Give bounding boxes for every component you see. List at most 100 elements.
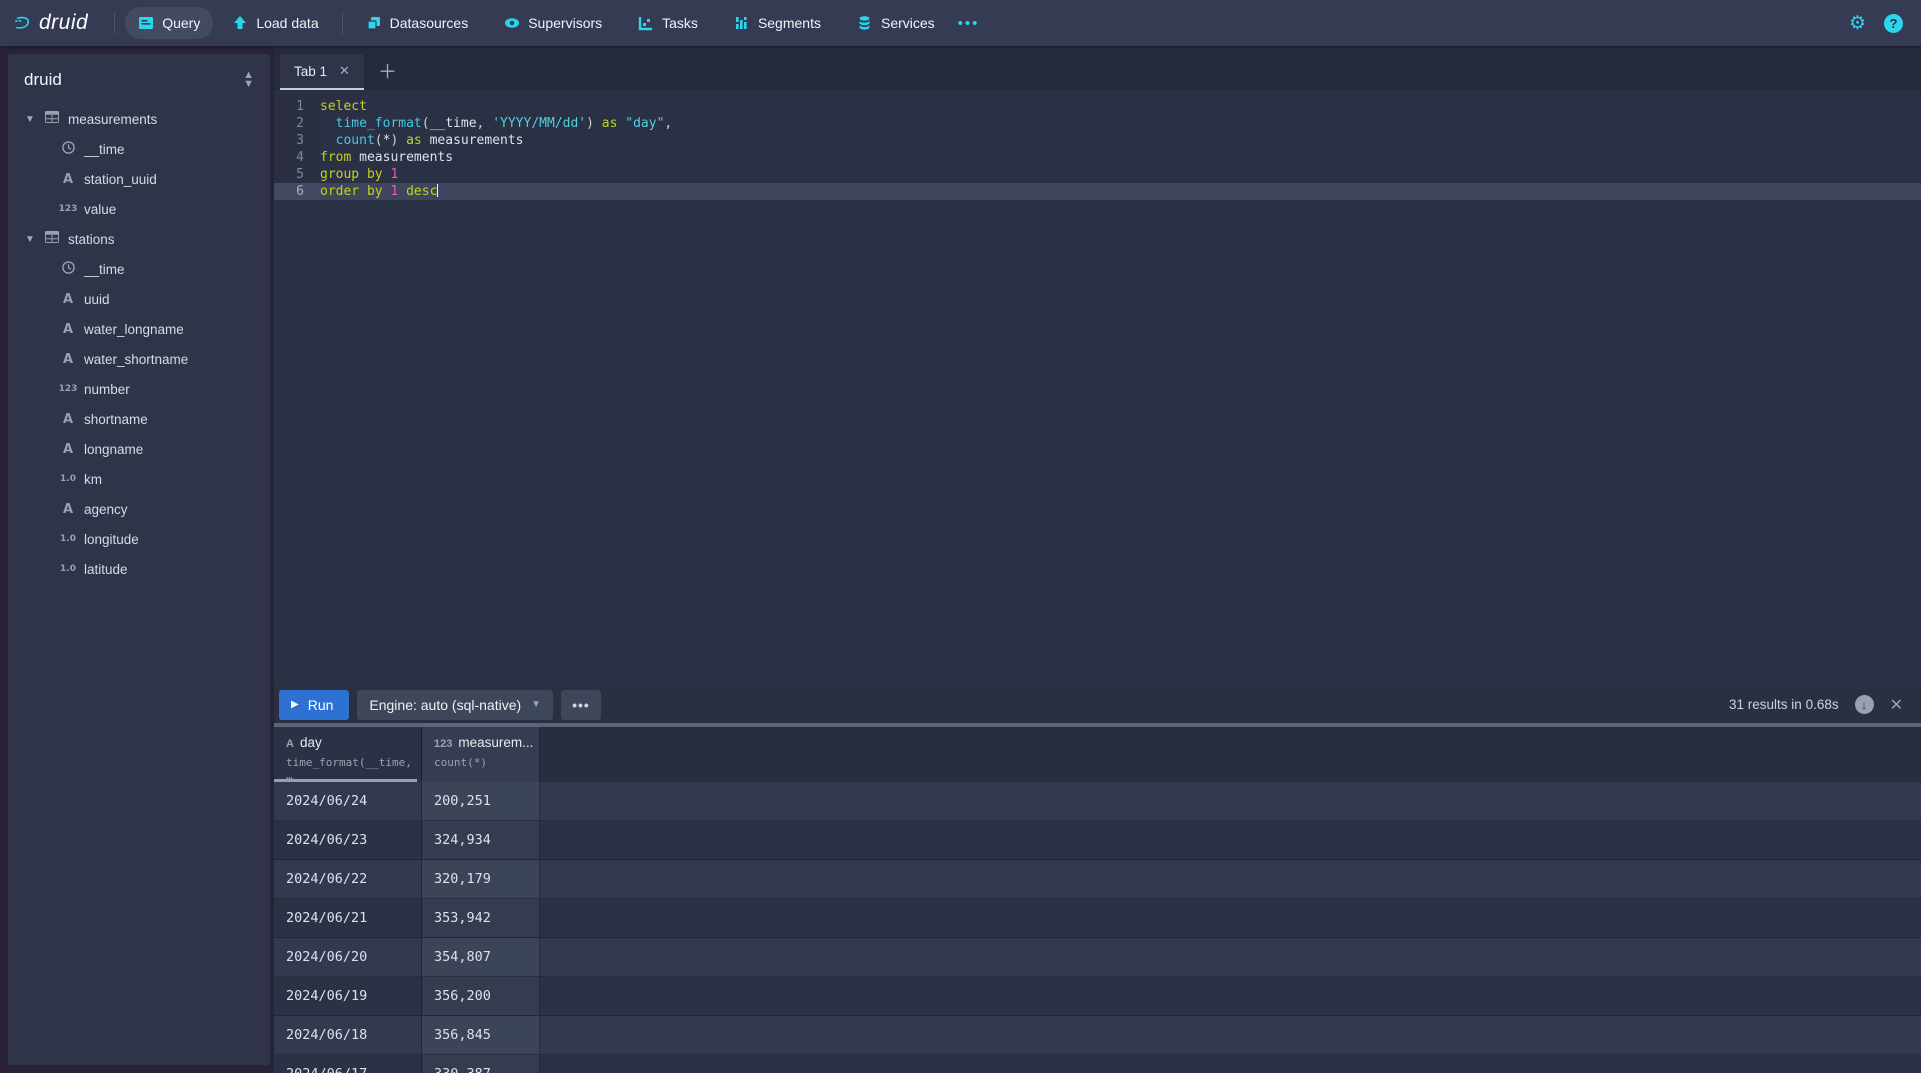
table-cell[interactable]: 356,200 — [422, 977, 540, 1015]
tree-column-label: longname — [84, 442, 143, 457]
nav-divider — [342, 12, 343, 34]
gear-icon[interactable]: ⚙ — [1849, 14, 1866, 33]
play-icon: ▶ — [291, 699, 299, 710]
run-button[interactable]: ▶ Run — [279, 690, 349, 720]
table-row: 2024/06/20354,807 — [274, 938, 1921, 977]
table-row: 2024/06/17330,387 — [274, 1055, 1921, 1073]
text-cursor — [437, 184, 438, 197]
number-type-icon: 123 — [56, 384, 80, 394]
code-text: select — [320, 98, 367, 115]
table-cell[interactable]: 2024/06/24 — [274, 782, 422, 820]
code-line-6: 6order by 1 desc — [274, 183, 1921, 200]
table-cell[interactable]: 2024/06/21 — [274, 899, 422, 937]
table-cell[interactable]: 2024/06/20 — [274, 938, 422, 976]
load-data-icon — [232, 15, 248, 31]
table-cell[interactable]: 2024/06/18 — [274, 1016, 422, 1054]
tree-column-label: water_longname — [84, 322, 184, 337]
engine-select[interactable]: Engine: auto (sql-native) ▼ — [357, 690, 553, 720]
tree-column-shortname[interactable]: Ashortname — [8, 404, 270, 434]
chevron-down-icon[interactable]: ▼ — [22, 114, 38, 125]
tasks-icon — [638, 15, 654, 31]
new-tab-icon[interactable]: ＋ — [364, 57, 411, 90]
tab-bar: Tab 1 ✕ ＋ — [274, 46, 1921, 90]
code-text: group by 1 — [320, 166, 398, 183]
tree-table-label: stations — [68, 232, 115, 247]
druid-logo[interactable]: druid — [0, 11, 104, 35]
tree-column-__time[interactable]: __time — [8, 254, 270, 284]
tree-column-longitude[interactable]: 1.0longitude — [8, 524, 270, 554]
line-number: 2 — [274, 115, 320, 132]
tree-column-number[interactable]: 123number — [8, 374, 270, 404]
results-body: 2024/06/24200,2512024/06/23324,9342024/0… — [274, 782, 1921, 1073]
sort-columns-icon[interactable]: ▲▼ — [243, 71, 254, 89]
sql-editor[interactable]: 1select2 time_format(__time, 'YYYY/MM/dd… — [274, 90, 1921, 686]
table-cell[interactable]: 353,942 — [422, 899, 540, 937]
query-more-button[interactable]: ••• — [561, 690, 601, 720]
table-cell[interactable]: 2024/06/17 — [274, 1055, 422, 1073]
schema-name: druid — [24, 70, 62, 90]
table-cell[interactable]: 356,845 — [422, 1016, 540, 1054]
nav-divider — [114, 12, 115, 34]
tree-table-stations[interactable]: ▼ stations — [8, 224, 270, 254]
string-type-icon: A — [56, 352, 80, 367]
datasources-icon — [366, 15, 382, 31]
table-cell[interactable]: 2024/06/23 — [274, 821, 422, 859]
code-text: count(*) as measurements — [320, 132, 524, 149]
tree-column-water_longname[interactable]: Awater_longname — [8, 314, 270, 344]
table-cell[interactable]: 320,179 — [422, 860, 540, 898]
nav-item-label: Supervisors — [528, 15, 602, 31]
table-cell[interactable]: 354,807 — [422, 938, 540, 976]
tree-column-km[interactable]: 1.0km — [8, 464, 270, 494]
code-line-2: 2 time_format(__time, 'YYYY/MM/dd') as "… — [274, 115, 1921, 132]
string-type-icon: A — [56, 322, 80, 337]
tree-column-station_uuid[interactable]: Astation_uuid — [8, 164, 270, 194]
table-row: 2024/06/19356,200 — [274, 977, 1921, 1016]
tree-column-__time[interactable]: __time — [8, 134, 270, 164]
code-line-4: 4from measurements — [274, 149, 1921, 166]
tree-table-label: measurements — [68, 112, 157, 127]
help-icon[interactable]: ? — [1884, 14, 1903, 33]
tree-column-label: value — [84, 202, 116, 217]
nav-item-query[interactable]: Query — [125, 7, 213, 39]
nav-item-tasks[interactable]: Tasks — [625, 7, 711, 39]
close-results-icon[interactable]: ✕ — [1890, 695, 1903, 715]
table-cell[interactable]: 324,934 — [422, 821, 540, 859]
nav-item-label: Tasks — [662, 15, 698, 31]
tree-column-label: __time — [84, 262, 125, 277]
nav-item-label: Datasources — [390, 15, 469, 31]
nav-item-label: Services — [881, 15, 935, 31]
nav-item-segments[interactable]: Segments — [721, 7, 834, 39]
table-cell[interactable]: 330,387 — [422, 1055, 540, 1073]
tab-close-icon[interactable]: ✕ — [339, 63, 350, 79]
string-type-icon: A — [56, 502, 80, 517]
nav-item-supervisors[interactable]: Supervisors — [491, 7, 615, 39]
download-icon[interactable]: ↓ — [1855, 695, 1874, 714]
tab-tab1[interactable]: Tab 1 ✕ — [280, 54, 364, 90]
tree-column-latitude[interactable]: 1.0latitude — [8, 554, 270, 584]
tree-column-label: longitude — [84, 532, 139, 547]
tree-column-value[interactable]: 123value — [8, 194, 270, 224]
tree-column-water_shortname[interactable]: Awater_shortname — [8, 344, 270, 374]
tree-column-longname[interactable]: Alongname — [8, 434, 270, 464]
table-cell[interactable]: 2024/06/19 — [274, 977, 422, 1015]
top-nav: druid QueryLoad data Datasources Supervis… — [0, 0, 1921, 46]
tree-table-measurements[interactable]: ▼ measurements — [8, 104, 270, 134]
nav-item-services[interactable]: Services — [844, 7, 948, 39]
run-bar: ▶ Run Engine: auto (sql-native) ▼ ••• 31… — [274, 686, 1921, 723]
tree-column-agency[interactable]: Aagency — [8, 494, 270, 524]
table-cell[interactable]: 2024/06/22 — [274, 860, 422, 898]
table-row: 2024/06/24200,251 — [274, 782, 1921, 821]
column-title: Aday — [286, 735, 421, 750]
code-text: from measurements — [320, 149, 453, 166]
chevron-down-icon[interactable]: ▼ — [22, 234, 38, 245]
column-header-measurem-[interactable]: 123measurem...count(*) — [422, 727, 540, 782]
column-title: 123measurem... — [434, 735, 539, 750]
nav-more-icon[interactable]: ••• — [948, 15, 990, 32]
nav-item-datasources[interactable]: Datasources — [353, 7, 482, 39]
nav-item-load-data[interactable]: Load data — [219, 7, 331, 39]
table-cell[interactable]: 200,251 — [422, 782, 540, 820]
column-header-day[interactable]: Adaytime_format(__time, … — [274, 727, 422, 782]
supervisors-icon — [504, 15, 520, 31]
line-number: 5 — [274, 166, 320, 183]
tree-column-uuid[interactable]: Auuid — [8, 284, 270, 314]
